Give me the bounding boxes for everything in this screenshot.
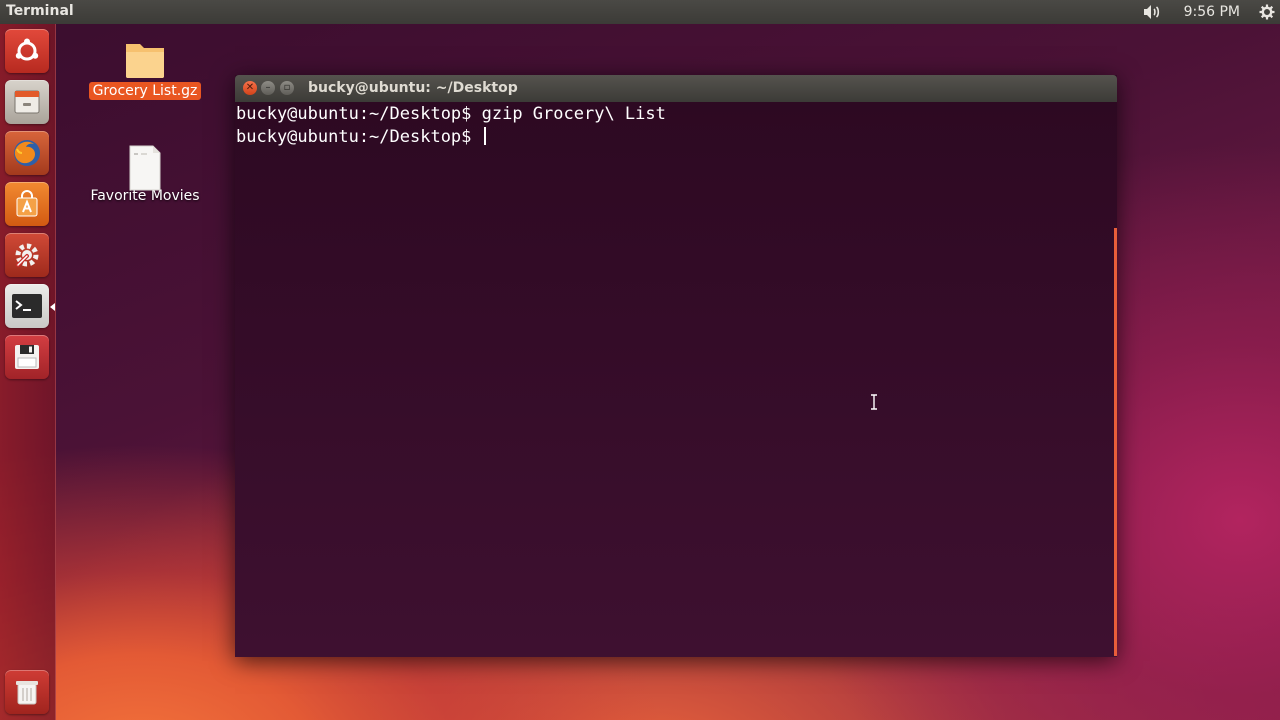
settings-wrench-icon (15, 243, 39, 267)
ubuntu-logo-icon (15, 38, 39, 61)
firefox-icon (14, 140, 40, 166)
window-title: bucky@ubuntu: ~/Desktop (308, 80, 518, 96)
terminal-prompt-line: bucky@ubuntu:~/Desktop$ (236, 126, 486, 148)
ibeam-cursor-icon (871, 394, 877, 410)
floppy-disk-icon (15, 345, 39, 369)
desktop-icon-grocery-list[interactable]: Grocery List.gz (84, 40, 206, 100)
launcher-files-button[interactable] (5, 80, 49, 124)
launcher-save-button[interactable] (5, 335, 49, 379)
terminal-icon (12, 294, 42, 318)
close-icon: ✕ (245, 82, 255, 93)
close-button[interactable]: ✕ (243, 81, 257, 95)
text-cursor (483, 127, 486, 145)
maximize-icon: ▫ (283, 82, 291, 93)
gear-icon[interactable] (1256, 0, 1278, 24)
scrollbar[interactable] (1114, 228, 1117, 656)
trash-icon (16, 681, 38, 705)
minimize-icon: – (265, 82, 271, 93)
panel-clock[interactable]: 9:56 PM (1184, 4, 1240, 20)
minimize-button[interactable]: – (261, 81, 275, 95)
launcher-trash-button[interactable] (5, 670, 49, 714)
launcher-software-center-button[interactable] (5, 182, 49, 226)
desktop-icon-label: Grocery List.gz (88, 82, 202, 100)
terminal-window[interactable]: ✕ – ▫ bucky@ubuntu: ~/Desktop bucky@ubun… (235, 75, 1117, 657)
terminal-line: bucky@ubuntu:~/Desktop$ gzip Grocery\ Li… (236, 104, 666, 124)
launcher-dash-button[interactable] (5, 29, 49, 73)
terminal-content[interactable]: bucky@ubuntu:~/Desktop$ gzip Grocery\ Li… (235, 102, 1117, 657)
maximize-button[interactable]: ▫ (280, 81, 294, 95)
launcher-system-settings-button[interactable] (5, 233, 49, 277)
panel-app-title: Terminal (6, 3, 74, 19)
file-cabinet-icon (14, 90, 40, 114)
shopping-bag-icon (16, 190, 38, 217)
launcher-firefox-button[interactable] (5, 131, 49, 175)
text-file-icon (123, 145, 167, 191)
window-titlebar[interactable]: ✕ – ▫ bucky@ubuntu: ~/Desktop (235, 75, 1117, 102)
desktop-icon-favorite-movies[interactable]: Favorite Movies (84, 145, 206, 205)
terminal-prompt: bucky@ubuntu:~/Desktop$ (236, 127, 482, 147)
launcher (0, 24, 56, 720)
active-app-indicator (50, 303, 55, 311)
top-panel: Terminal 9:56 PM (0, 0, 1280, 24)
volume-icon[interactable] (1140, 0, 1164, 24)
launcher-terminal-button[interactable] (5, 284, 49, 328)
archive-icon (123, 40, 167, 80)
panel-indicators: 9:56 PM (1140, 0, 1280, 24)
